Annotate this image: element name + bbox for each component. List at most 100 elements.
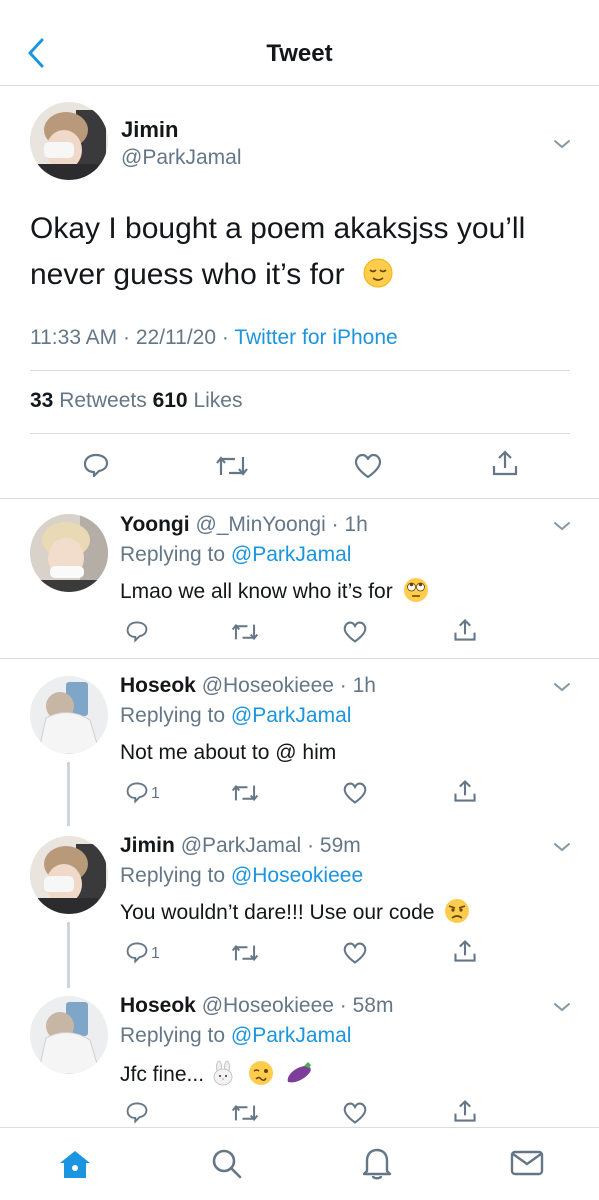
replying-to-prefix: Replying to <box>120 543 231 566</box>
replying-to-prefix: Replying to <box>120 1024 231 1047</box>
heart-icon[interactable] <box>342 1101 368 1125</box>
avatar[interactable] <box>30 836 108 914</box>
share-icon[interactable] <box>452 1098 478 1124</box>
retweet-icon[interactable] <box>215 453 249 479</box>
reply-author-handle[interactable]: @Hoseokieee <box>202 994 334 1017</box>
reply-header: Hoseok @Hoseokieee · 58m <box>120 994 393 1018</box>
chevron-down-icon[interactable] <box>552 137 572 151</box>
relieved-face-emoji-icon <box>363 258 393 288</box>
avatar[interactable] <box>30 676 108 754</box>
reply-author-name[interactable]: Hoseok <box>120 994 196 1017</box>
eggplant-emoji-icon <box>287 1062 311 1083</box>
reply-time: · 1h <box>331 513 368 536</box>
replying-to: Replying to @ParkJamal <box>120 543 351 567</box>
tweet-text-line: never guess who it’s for <box>30 252 575 298</box>
chevron-down-icon[interactable] <box>552 519 572 533</box>
top-bar: Tweet <box>0 0 599 86</box>
heart-icon[interactable] <box>342 781 368 805</box>
retweet-label[interactable]: Retweets <box>53 389 152 412</box>
page-title: Tweet <box>266 40 333 67</box>
chevron-down-icon[interactable] <box>552 1000 572 1014</box>
reply-tweet[interactable]: Yoongi @_MinYoongi · 1h Replying to @Par… <box>0 499 599 659</box>
replying-to-prefix: Replying to <box>120 704 231 727</box>
avatar[interactable] <box>30 102 108 180</box>
reply-time: · 59m <box>307 834 361 857</box>
retweet-count[interactable]: 33 <box>30 389 53 412</box>
retweet-icon[interactable] <box>231 782 259 804</box>
share-icon[interactable] <box>452 778 478 804</box>
reply-author-handle[interactable]: @ParkJamal <box>181 834 302 857</box>
replying-to: Replying to @ParkJamal <box>120 704 351 728</box>
eye-roll-face-emoji-icon <box>403 578 428 603</box>
like-label[interactable]: Likes <box>188 389 242 412</box>
mail-icon[interactable] <box>510 1149 544 1177</box>
tweet-stats: 33 Retweets 610 Likes <box>30 389 242 413</box>
heart-icon[interactable] <box>353 452 383 480</box>
reply-time: · 1h <box>339 674 376 697</box>
bottom-tab-bar <box>0 1127 599 1200</box>
reply-author-name[interactable]: Hoseok <box>120 674 196 697</box>
tweet-text-line: Okay I bought a poem akaksjss you’ll <box>30 212 526 245</box>
replying-to: Replying to @Hoseokieee <box>120 864 363 888</box>
search-icon[interactable] <box>209 1146 243 1180</box>
reply-text: Not me about to @ him <box>120 741 337 764</box>
reply-tweet[interactable]: Hoseok @Hoseokieee · 1h Replying to @Par… <box>0 660 599 826</box>
reply-text-content: Jfc fine... <box>120 1063 205 1086</box>
reply-author-name[interactable]: Jimin <box>120 834 175 857</box>
chevron-down-icon[interactable] <box>552 680 572 694</box>
reply-author-handle[interactable]: @_MinYoongi <box>195 513 325 536</box>
replying-to-handle[interactable]: @ParkJamal <box>231 704 352 727</box>
replying-to-handle[interactable]: @ParkJamal <box>231 543 352 566</box>
avatar[interactable] <box>30 514 108 592</box>
bell-icon[interactable] <box>361 1145 393 1181</box>
replying-to: Replying to @ParkJamal <box>120 1024 351 1048</box>
reply-header: Jimin @ParkJamal · 59m <box>120 834 361 858</box>
reply-icon[interactable] <box>125 940 149 964</box>
replying-to-handle[interactable]: @ParkJamal <box>231 1024 352 1047</box>
author-handle[interactable]: @ParkJamal <box>121 146 242 170</box>
divider <box>30 370 570 371</box>
reply-count: 1 <box>151 785 160 802</box>
tweet-source-link[interactable]: Twitter for iPhone <box>234 326 397 349</box>
like-count[interactable]: 610 <box>153 389 188 412</box>
retweet-icon[interactable] <box>231 1102 259 1124</box>
avatar[interactable] <box>30 996 108 1074</box>
author-name[interactable]: Jimin <box>121 117 178 143</box>
reply-text: Jfc fine... <box>120 1061 314 1087</box>
angry-face-emoji-icon <box>445 899 470 924</box>
tweet-meta: 11:33 AM · 22/11/20 · Twitter for iPhone <box>30 326 398 350</box>
reply-icon[interactable] <box>125 619 149 643</box>
reply-author-name[interactable]: Yoongi <box>120 513 190 536</box>
home-icon[interactable] <box>58 1148 92 1180</box>
reply-text-content: Lmao we all know who it’s for <box>120 580 393 603</box>
divider <box>30 433 570 434</box>
reply-icon[interactable] <box>125 1100 149 1124</box>
woozy-face-emoji-icon <box>248 1061 273 1086</box>
main-tweet: Jimin @ParkJamal Okay I bought a poem ak… <box>0 86 599 499</box>
thread-line <box>67 762 70 826</box>
tweet-timestamp: 11:33 AM · 22/11/20 · <box>30 326 235 349</box>
retweet-icon[interactable] <box>231 621 259 643</box>
reply-text: You wouldn’t dare!!! Use our code <box>120 899 470 925</box>
heart-icon[interactable] <box>342 620 368 644</box>
reply-time: · 58m <box>339 994 394 1017</box>
reply-icon[interactable] <box>82 451 110 479</box>
retweet-icon[interactable] <box>231 942 259 964</box>
thread-line <box>67 922 70 988</box>
reply-author-handle[interactable]: @Hoseokieee <box>202 674 334 697</box>
reply-count: 1 <box>151 945 160 962</box>
replying-to-prefix: Replying to <box>120 864 231 887</box>
reply-tweet[interactable]: Hoseok @Hoseokieee · 58m Replying to @Pa… <box>0 980 599 1127</box>
share-icon[interactable] <box>452 938 478 964</box>
tweet-text: Okay I bought a poem akaksjss you’ll nev… <box>30 206 575 298</box>
reply-icon[interactable] <box>125 780 149 804</box>
share-icon[interactable] <box>490 448 520 478</box>
heart-icon[interactable] <box>342 941 368 965</box>
rabbit-emoji-icon <box>213 1061 233 1086</box>
reply-text-content: You wouldn’t dare!!! Use our code <box>120 901 435 924</box>
reply-tweet[interactable]: Jimin @ParkJamal · 59m Replying to @Hose… <box>0 820 599 988</box>
share-icon[interactable] <box>452 617 478 643</box>
reply-header: Yoongi @_MinYoongi · 1h <box>120 513 368 537</box>
replying-to-handle[interactable]: @Hoseokieee <box>231 864 363 887</box>
chevron-down-icon[interactable] <box>552 840 572 854</box>
